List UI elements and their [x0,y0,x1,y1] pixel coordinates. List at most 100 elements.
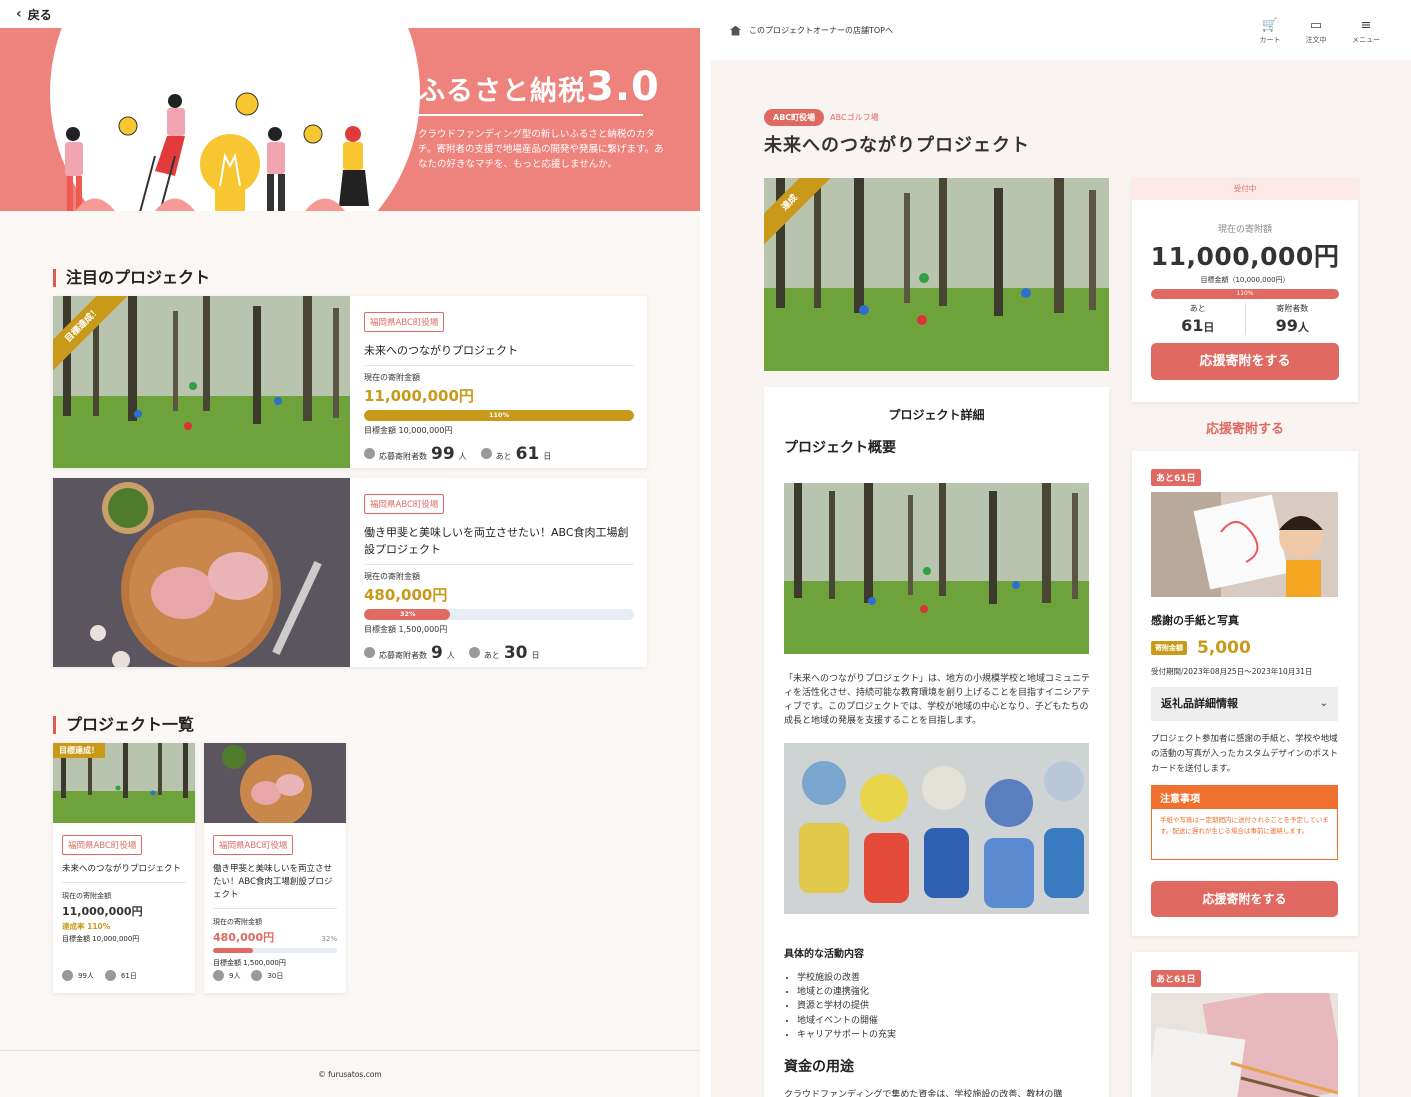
reward-image [1151,492,1338,597]
notice-heading: 注意事項 [1152,786,1337,809]
store-top-label: このプロジェクトオーナーの店舗TOPへ [749,26,894,35]
donors-label: 応募寄附者数 [379,452,427,461]
children-photo [784,743,1089,914]
featured-project-card[interactable]: 目標達成！ 福岡県ABC町役場 未来へのつながりプロジェクト 現在の寄附金額 1… [53,296,647,468]
meat-photo [204,743,346,823]
days-unit: 日 [531,651,540,660]
cart-label: カート [1259,36,1281,44]
remaining-days: あと 61日 [1151,303,1245,335]
progress-label: 110% [489,411,510,419]
list-item: キャリアサポートの充実 [797,1028,896,1042]
project-list-card[interactable]: 福岡県ABC町役場 働き甲斐と美味しいを両立させたい！ABC食肉工場創設プロジェ… [204,743,346,993]
activities-list: 学校施設の改善 地域との連携強化 資源と学材の提供 地域イベントの開催 キャリア… [797,971,896,1042]
project-thumb-forest: 目標達成！ [53,743,195,823]
support-heading: 応援寄附する [1205,422,1284,437]
accordion-label: 返礼品詳細情報 [1161,697,1238,710]
tag-secondary[interactable]: ABCゴルフ場 [830,112,878,123]
meat-photo [53,478,350,667]
list-card-stats: 99人 61日 [62,970,137,981]
project-list-card[interactable]: 目標達成！ 福岡県ABC町役場 未来へのつながりプロジェクト 現在の寄附金額 1… [53,743,195,993]
reward-card: あと61日 感謝の手紙と写真 寄附金額 5,000 受付期間/2023年08月2… [1132,451,1358,936]
remaining-unit: 日 [1203,321,1215,334]
detail-heading: プロジェクト詳細 [888,408,985,422]
hero-title-main: ふるさと納税 [418,76,586,107]
project-list-heading: プロジェクト一覧 [53,716,194,734]
hero-title-version: 3.0 [586,64,660,110]
store-top-link[interactable]: このプロジェクトオーナーの店舗TOPへ [730,25,893,36]
donate-button[interactable]: 応援寄附をする [1151,881,1338,917]
achievement-rate: 32% [321,935,337,943]
footer-copyright: © furusatos.com [0,1050,700,1097]
project-title: 未来へのつながりプロジェクト [62,863,186,883]
chevron-left-icon: ‹ [16,6,22,22]
project-stats: 応募寄附者数 99 人 あと 61 日 [364,444,634,464]
remaining-label: あと [1189,304,1206,313]
reward-price: 寄附金額 5,000 [1151,638,1251,658]
days-label: あと [495,452,512,461]
person-icon [364,448,375,459]
hero-description: クラウドファンディング型の新しいふるさと納税のカタチ。寄附者の支援で地場産品の開… [418,129,664,170]
remaining-value: 61日 [1151,316,1245,335]
donors-unit: 人 [458,452,467,461]
notice-box: 注意事項 手紙や写真は一定期間内に送付されることを予定しています。配送に遅れが生… [1151,785,1338,860]
current-amount: 11,000,000円 [1150,242,1340,271]
top-page-pane: ‹ 戻る ふるさと納税3.0 クラウドファンディング型の新しいふるさと納税のカタ… [0,0,700,1097]
project-detail-card: プロジェクト詳細 プロジェクト概要 「未来へのつながりプロジェクト」は、地方の小… [764,387,1109,1097]
progress-fill [213,948,253,953]
status-split: あと 61日 寄附者数 99人 [1132,303,1358,335]
overview-heading: プロジェクト概要 [784,440,896,456]
cart-icon: 🛒 [1261,18,1279,33]
current-amount-label: 現在の寄附額 [1217,225,1272,235]
donors-count: 9人 [229,971,241,980]
overview-image-forest [784,483,1089,654]
list-card-stats: 9人 30日 [213,970,283,981]
hamburger-icon: ≡ [1360,18,1372,33]
org-tag: 福岡県ABC町役場 [364,312,445,332]
project-title: 働き甲斐と美味しいを両立させたい！ABC食肉工場創設プロジェクト [213,863,337,909]
tag-primary[interactable]: ABC町役場 [764,109,825,126]
cart-button[interactable]: 🛒 カート [1250,18,1290,45]
funds-text: クラウドファンディングで集めた資金は、学校施設の改善、教材の購 [784,1090,1063,1097]
orders-button[interactable]: ▭ 注文中 [1296,18,1336,45]
days-count: 30 [503,643,528,663]
donors-unit: 人 [1297,321,1309,334]
overview-image-children [784,743,1089,914]
featured-card-body: 福岡県ABC町役場 働き甲斐と美味しいを両立させたい！ABC食肉工場創設プロジェ… [364,492,634,663]
current-amount: 11,000,000円 [364,387,474,405]
list-item: 資源と学材の提供 [797,999,896,1013]
overview-text: 「未来へのつながりプロジェクト」は、地方の小規模学校と地域コミュニティを活性化さ… [784,674,1091,726]
back-link[interactable]: ‹ 戻る [0,0,700,28]
remaining-badge: あと61日 [1151,970,1201,987]
progress-bar: 110% [364,410,634,421]
hero-title: ふるさと納税3.0 [418,64,660,110]
featured-card-body: 福岡県ABC町役場 未来へのつながりプロジェクト 現在の寄附金額 11,000,… [364,310,634,464]
project-title: 働き甲斐と美味しいを両立させたい！ABC食肉工場創設プロジェクト [364,524,634,565]
donor-count: 寄附者数 99人 [1244,303,1340,335]
notice-text: 手紙や写真は一定期間内に送付されることを予定しています。配送に遅れが生じる場合は… [1160,816,1329,835]
donate-button[interactable]: 応援寄附をする [1151,343,1339,380]
reward-card: あと61日 [1132,952,1358,1097]
person-icon [364,647,375,658]
donors-unit: 人 [446,651,455,660]
menu-button[interactable]: ≡ メニュー [1346,18,1386,45]
donors-value: 99人 [1246,316,1340,335]
list-card-body: 福岡県ABC町役場 未来へのつながりプロジェクト 現在の寄附金額 11,000,… [53,823,195,944]
donors-label: 寄附者数 [1276,304,1309,313]
hero-underline [418,114,643,116]
project-main-image: 達成 [764,178,1109,371]
days-count: 61日 [120,971,137,980]
hero-illustration [65,92,369,211]
list-item: 学校施設の改善 [797,971,896,985]
reward-details-accordion[interactable]: 返礼品詳細情報 ⌄ [1151,687,1338,721]
project-stats: 応募寄附者数 9 人 あと 30 日 [364,643,634,663]
progress-bar: 110% [1151,289,1339,299]
remaining-number: 61 [1181,316,1204,335]
project-title: 未来へのつながりプロジェクト [364,342,634,366]
achievement-rate: 達成率 110% [62,922,111,931]
remaining-badge: あと61日 [1151,469,1201,486]
days-unit: 日 [543,452,552,461]
inbox-icon: ▭ [1309,18,1323,33]
featured-project-card[interactable]: 福岡県ABC町役場 働き甲斐と美味しいを両立させたい！ABC食肉工場創設プロジェ… [53,478,647,667]
activities-heading: 具体的な活動内容 [784,949,864,960]
person-icon [62,970,73,981]
